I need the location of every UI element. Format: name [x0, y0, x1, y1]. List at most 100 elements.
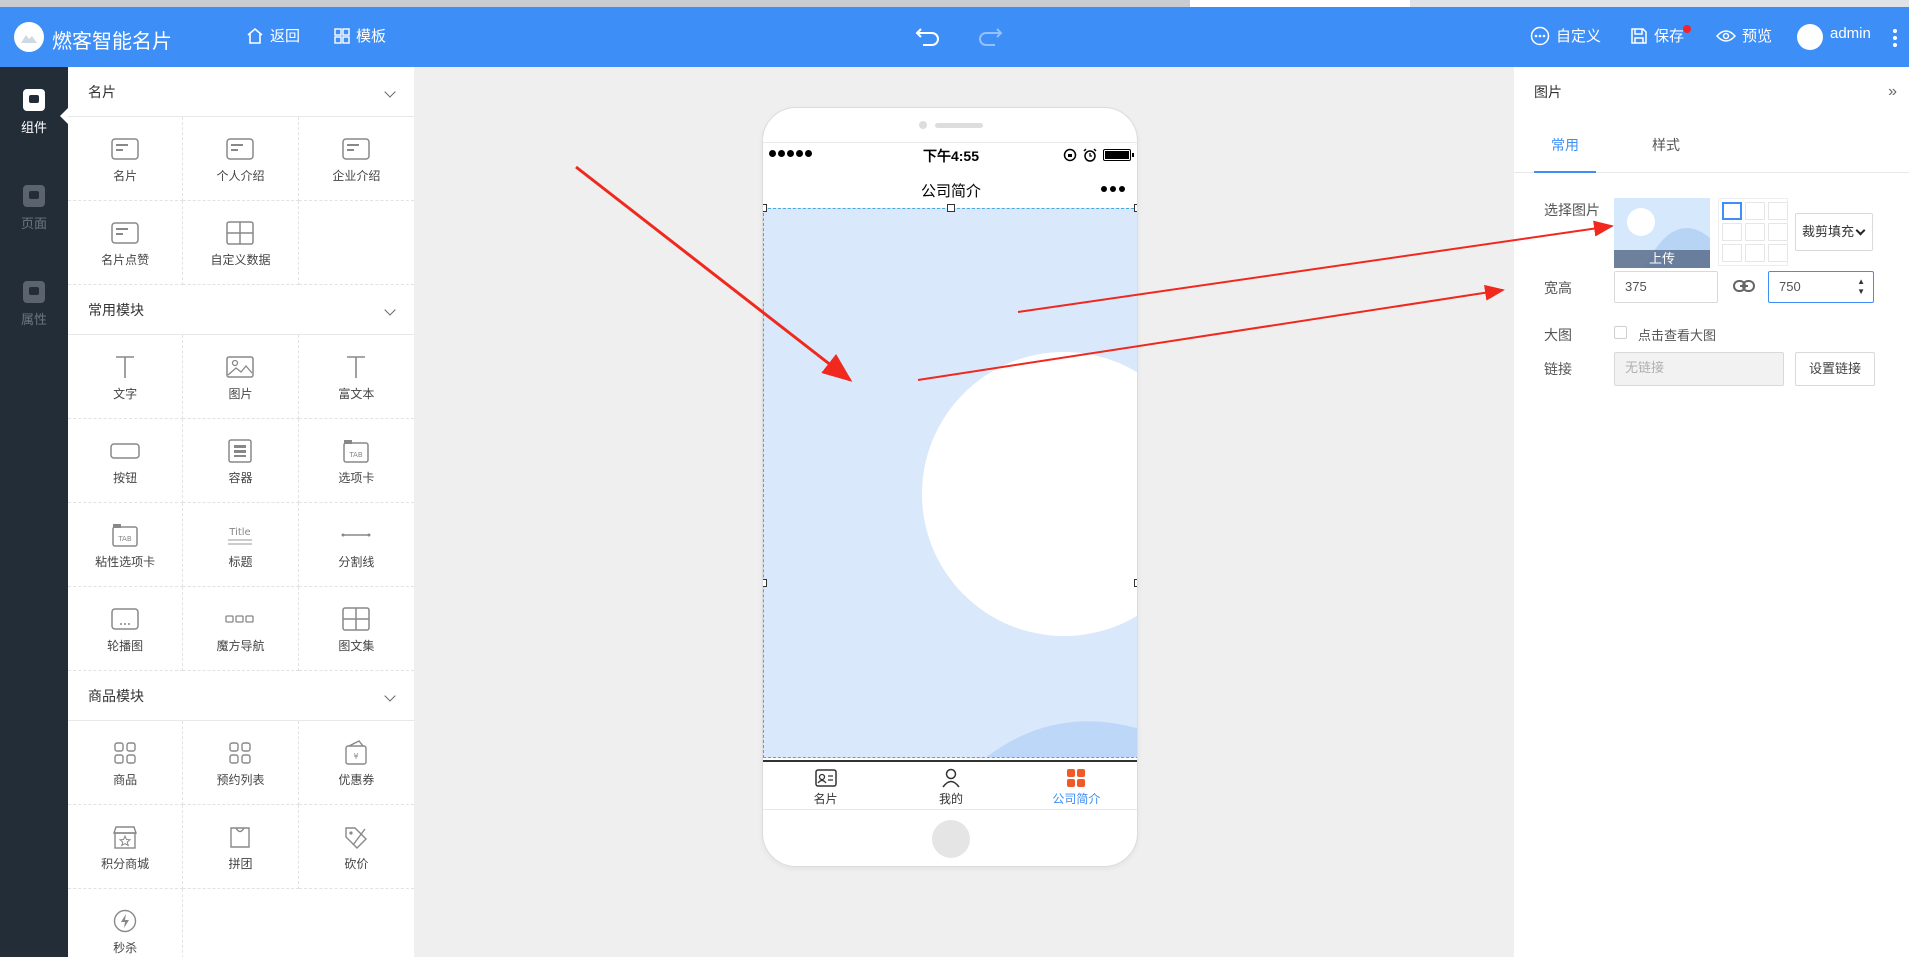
component-custom-data[interactable]: 自定义数据	[183, 201, 299, 285]
section-header-common[interactable]: 常用模块	[68, 285, 414, 335]
template-label: 模板	[356, 28, 387, 45]
rail-item-components[interactable]: 组件	[0, 89, 68, 136]
component-label: 企业介绍	[332, 169, 381, 183]
preview-button[interactable]: 预览	[1716, 25, 1772, 46]
component-label: 自定义数据	[210, 253, 271, 267]
avatar[interactable]	[1797, 24, 1823, 50]
section-header-goods[interactable]: 商品模块	[68, 671, 414, 721]
component-booking-list[interactable]: 预约列表	[183, 721, 299, 805]
component-card[interactable]: 名片	[68, 117, 184, 201]
tab-style[interactable]: 样式	[1635, 117, 1697, 173]
component-grid: 文字 图片 富文本 按钮 容器 TAB 选项卡 TAB 粘性选项卡 Title 标题 …	[68, 335, 414, 671]
app-title: 燃客智能名片	[52, 29, 172, 53]
component-label: 优惠券	[338, 773, 375, 787]
phone-tab-company[interactable]: 公司简介	[1014, 762, 1137, 809]
component-label: 图文集	[338, 639, 375, 653]
company-grid-icon	[1065, 768, 1087, 788]
panel-title: 图片	[1534, 84, 1562, 100]
user-menu[interactable]: admin	[1830, 25, 1871, 42]
set-link-button[interactable]: 设置链接	[1795, 352, 1875, 386]
component-tabs[interactable]: TAB 选项卡	[298, 419, 414, 503]
card-icon	[225, 135, 255, 163]
big-image-checkbox[interactable]	[1614, 326, 1627, 339]
link-icon[interactable]	[1733, 279, 1755, 293]
component-company-intro[interactable]: 企业介绍	[298, 117, 414, 201]
component-goods[interactable]: 商品	[68, 721, 184, 805]
component-carousel[interactable]: 轮播图	[68, 587, 184, 671]
component-rich-text[interactable]: 富文本	[298, 335, 414, 419]
tab-icon: TAB	[341, 437, 371, 465]
resize-handle[interactable]	[763, 204, 767, 212]
apps-icon	[110, 739, 140, 767]
component-text[interactable]: 文字	[68, 335, 184, 419]
component-bargain[interactable]: 砍价	[298, 805, 414, 889]
save-button[interactable]: 保存	[1630, 25, 1684, 46]
status-bar: 下午4:55	[763, 142, 1137, 166]
component-card-like[interactable]: 名片点赞	[68, 201, 184, 285]
component-flash-sale[interactable]: 秒杀	[68, 889, 184, 957]
rail-item-page[interactable]: 页面	[0, 185, 68, 232]
component-label: 富文本	[338, 387, 375, 401]
phone-camera	[919, 121, 927, 129]
title-icon: Title	[225, 521, 255, 549]
fill-mode-select[interactable]: 裁剪填充	[1795, 213, 1873, 251]
alarm-icon	[1083, 148, 1097, 162]
template-button[interactable]: 模板	[334, 25, 386, 46]
resize-handle[interactable]	[1134, 579, 1137, 587]
undo-icon[interactable]	[915, 24, 941, 46]
select-image-label: 选择图片	[1544, 202, 1600, 218]
component-personal-intro[interactable]: 个人介绍	[183, 117, 299, 201]
width-input[interactable]: 375	[1614, 271, 1718, 303]
component-image[interactable]: 图片	[183, 335, 299, 419]
rich-text-icon	[341, 353, 371, 381]
upload-label: 上传	[1614, 250, 1710, 268]
more-vertical-icon[interactable]	[1893, 29, 1897, 50]
redo-icon[interactable]	[977, 24, 1003, 46]
component-container[interactable]: 容器	[183, 419, 299, 503]
component-gallery[interactable]: 图文集	[298, 587, 414, 671]
component-divider[interactable]: 分割线	[298, 503, 414, 587]
property-panel: 图片 » 常用 样式 选择图片 上传 裁剪填充 宽高 375 750 ▲ ▼ 大图…	[1514, 67, 1909, 957]
big-image-label: 大图	[1544, 327, 1572, 343]
section-header-card[interactable]: 名片	[68, 67, 414, 117]
component-sticky-tabs[interactable]: TAB 粘性选项卡	[68, 503, 184, 587]
more-dots-icon[interactable]	[1101, 186, 1125, 192]
customize-button[interactable]: 自定义	[1530, 25, 1601, 46]
phone-tab-bar: 名片 我的 公司简介	[763, 760, 1137, 810]
container-icon	[225, 437, 255, 465]
phone-tab-card[interactable]: 名片	[763, 762, 888, 809]
resize-handle[interactable]	[763, 579, 767, 587]
component-points-mall[interactable]: 积分商城	[68, 805, 184, 889]
selected-image-block[interactable]	[763, 208, 1137, 758]
section-title: 商品模块	[88, 688, 144, 704]
rail-item-properties[interactable]: 属性	[0, 281, 68, 328]
property-tabs: 常用 样式	[1514, 117, 1909, 173]
back-button[interactable]: 返回	[246, 25, 300, 46]
component-magic-nav[interactable]: 魔方导航	[183, 587, 299, 671]
height-input[interactable]: 750 ▲ ▼	[1768, 271, 1874, 303]
component-label: 商品	[113, 773, 138, 787]
more-circle-icon	[1530, 26, 1550, 45]
component-group-buy[interactable]: 拼团	[183, 805, 299, 889]
save-icon	[1631, 27, 1647, 44]
image-position-grid[interactable]	[1718, 198, 1788, 266]
lightning-icon	[110, 907, 140, 935]
carousel-icon	[110, 605, 140, 633]
number-stepper[interactable]: ▲ ▼	[1857, 277, 1865, 297]
battery-icon	[1103, 149, 1134, 161]
chevron-down-icon	[384, 690, 396, 702]
link-label: 链接	[1544, 361, 1572, 377]
component-label: 文字	[113, 387, 138, 401]
component-coupon[interactable]: ¥ 优惠券	[298, 721, 414, 805]
rotation-lock-icon	[1063, 148, 1077, 162]
resize-handle[interactable]	[1134, 204, 1137, 212]
tab-common[interactable]: 常用	[1534, 117, 1596, 173]
dots-nav-icon	[225, 605, 255, 633]
shop-icon	[110, 823, 140, 851]
component-heading[interactable]: Title 标题	[183, 503, 299, 587]
component-button[interactable]: 按钮	[68, 419, 184, 503]
resize-handle[interactable]	[947, 204, 955, 212]
phone-tab-mine[interactable]: 我的	[888, 762, 1013, 809]
collapse-panel-icon[interactable]: »	[1888, 83, 1897, 101]
upload-image-button[interactable]: 上传	[1614, 198, 1710, 268]
